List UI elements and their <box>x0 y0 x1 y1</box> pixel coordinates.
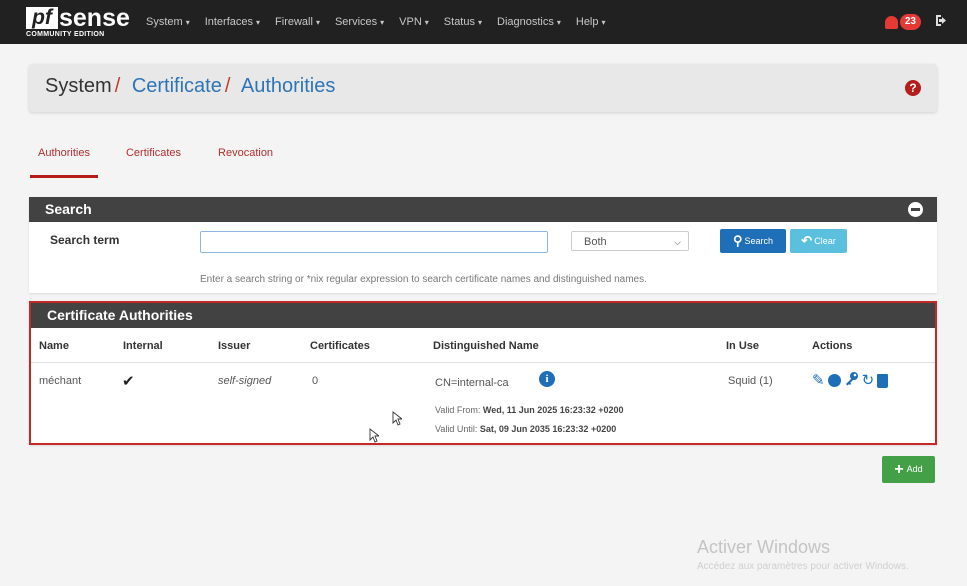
chevron-down-icon: ▾ <box>477 18 482 27</box>
add-button-label: Add <box>906 464 923 474</box>
cell-certificates: 0 <box>312 375 319 387</box>
header-divider <box>31 362 935 363</box>
search-scope-value: Both <box>584 236 607 248</box>
menu-vpn-label: VPN <box>399 16 422 28</box>
breadcrumb-panel: System / Certificate / Authorities ? <box>29 64 937 112</box>
sign-out-icon[interactable] <box>935 14 949 30</box>
export-icon[interactable] <box>827 374 841 387</box>
chevron-down-icon: ▾ <box>256 18 261 27</box>
help-icon[interactable]: ? <box>905 80 921 96</box>
valid-from-value: Wed, 11 Jun 2025 16:23:32 +0200 <box>482 405 624 415</box>
renew-icon[interactable]: ↻ <box>862 372 875 389</box>
pfsense-logo[interactable]: pf sense COMMUNITY EDITION <box>26 4 130 40</box>
chevron-down-icon: ▾ <box>185 18 190 27</box>
valid-until-label: Valid Until: <box>435 424 478 434</box>
nav-right: 23 <box>884 0 949 44</box>
menu-firewall-label: Firewall <box>275 16 313 28</box>
menu-status-label: Status <box>443 16 475 28</box>
valid-until: Valid Until: Sat, 09 Jun 2035 16:23:32 +… <box>435 424 616 434</box>
ca-panel-title: Certificate Authorities <box>47 307 193 323</box>
search-panel-title: Search <box>45 201 92 217</box>
menu-status[interactable]: Status ▾ <box>444 16 482 28</box>
chevron-down-icon: ▾ <box>556 18 561 27</box>
logo-mark: pf <box>26 7 58 29</box>
cell-name: méchant <box>39 375 82 387</box>
search-term-label: Search term <box>50 233 120 247</box>
menu-interfaces[interactable]: Interfaces ▾ <box>205 16 260 28</box>
breadcrumb-root: System <box>45 75 112 97</box>
ca-panel: Certificate Authorities Name Internal Is… <box>29 301 937 445</box>
breadcrumb: System / Certificate / Authorities <box>45 75 335 98</box>
col-issuer[interactable]: Issuer <box>218 340 250 352</box>
notification-badge[interactable]: 23 <box>899 14 921 30</box>
col-in-use[interactable]: In Use <box>726 340 759 352</box>
menu-diagnostics[interactable]: Diagnostics ▾ <box>497 16 561 28</box>
ca-panel-header: Certificate Authorities <box>31 303 935 328</box>
activation-watermark-title: Activer Windows <box>697 537 831 557</box>
chevron-down-icon: ▾ <box>315 18 320 27</box>
search-help-text: Enter a search string or *nix regular ex… <box>200 274 647 285</box>
menu-system[interactable]: System ▾ <box>146 16 190 28</box>
valid-from-label: Valid From: <box>435 405 481 415</box>
col-certificates[interactable]: Certificates <box>310 340 370 352</box>
chevron-down-icon: ▾ <box>380 18 385 27</box>
col-internal[interactable]: Internal <box>123 340 163 352</box>
search-button-label: Search <box>744 236 774 246</box>
activation-watermark-subtitle: Accédez aux paramètres pour activer Wind… <box>697 561 909 572</box>
menu-system-label: System <box>146 16 183 28</box>
row-actions: ✎ ↻ <box>812 371 889 390</box>
collapse-icon[interactable] <box>908 202 923 217</box>
menu-services[interactable]: Services ▾ <box>335 16 384 28</box>
breadcrumb-separator: / <box>114 75 121 97</box>
menu-help[interactable]: Help ▾ <box>576 16 606 28</box>
edit-icon[interactable]: ✎ <box>812 372 825 389</box>
search-input[interactable] <box>200 231 548 253</box>
search-panel-header: Search <box>29 197 937 222</box>
col-distinguished-name[interactable]: Distinguished Name <box>433 340 539 352</box>
tab-bar: Authorities Certificates Revocation <box>30 144 301 178</box>
menu-interfaces-label: Interfaces <box>204 16 254 28</box>
search-panel: Search Search term Both ⌵ ⚲ Search ↶ Clear… <box>29 197 937 293</box>
tab-certificates[interactable]: Certificates <box>117 144 190 175</box>
tab-revocation[interactable]: Revocation <box>209 144 282 175</box>
chevron-down-icon: ⌵ <box>674 237 681 247</box>
breadcrumb-certificate[interactable]: Certificate <box>132 75 222 97</box>
search-scope-select[interactable]: Both ⌵ <box>571 231 689 251</box>
cell-issuer: self-signed <box>218 375 272 387</box>
main-menu: System ▾ Interfaces ▾ Firewall ▾ Services ▾ … <box>146 0 621 44</box>
add-button[interactable]: + Add <box>882 456 935 483</box>
col-actions: Actions <box>812 340 853 352</box>
clear-button[interactable]: ↶ Clear <box>790 229 847 253</box>
valid-until-value: Sat, 09 Jun 2035 16:23:32 +0200 <box>479 424 617 434</box>
menu-firewall[interactable]: Firewall ▾ <box>275 16 320 28</box>
checkmark-icon: ✔ <box>122 373 135 390</box>
chevron-down-icon: ▾ <box>424 18 429 27</box>
undo-icon: ↶ <box>801 233 813 248</box>
search-button[interactable]: ⚲ Search <box>720 229 786 253</box>
cell-distinguished-name: CN=internal-ca <box>435 377 509 389</box>
logo-word: sense <box>59 4 130 32</box>
plus-icon: + <box>894 461 904 478</box>
search-icon: ⚲ <box>732 233 743 248</box>
cell-in-use: Squid (1) <box>728 375 773 387</box>
menu-help-label: Help <box>575 16 599 28</box>
breadcrumb-authorities[interactable]: Authorities <box>241 75 336 97</box>
bell-icon[interactable] <box>884 15 898 29</box>
breadcrumb-separator: / <box>224 75 231 97</box>
chevron-down-icon: ▾ <box>601 18 606 27</box>
menu-vpn[interactable]: VPN ▾ <box>399 16 429 28</box>
tab-authorities[interactable]: Authorities <box>30 144 98 178</box>
col-name[interactable]: Name <box>39 340 69 352</box>
trash-icon[interactable] <box>877 373 889 388</box>
menu-services-label: Services <box>334 16 378 28</box>
menu-diagnostics-label: Diagnostics <box>497 16 554 28</box>
top-navbar: pf sense COMMUNITY EDITION System ▾ Inter… <box>0 0 967 44</box>
clear-button-label: Clear <box>814 236 836 246</box>
logo-edition: COMMUNITY EDITION <box>26 31 105 38</box>
valid-from: Valid From: Wed, 11 Jun 2025 16:23:32 +0… <box>435 405 624 415</box>
info-icon[interactable]: i <box>539 371 555 387</box>
key-icon[interactable] <box>845 371 859 390</box>
